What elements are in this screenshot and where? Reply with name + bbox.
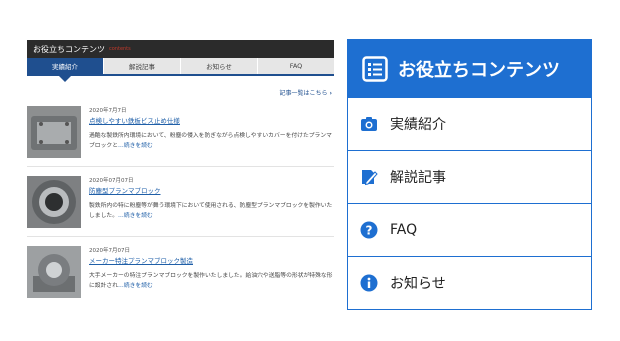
read-more-link[interactable]: …続きを読む bbox=[118, 283, 153, 289]
tab-bar: 実績紹介 解説記事 お知らせ FAQ bbox=[27, 58, 334, 82]
article-excerpt: 過酷な製鉄所内環境において、粉塵の侵入を防ぎながら点検しやすいカバーを付けたプラ… bbox=[89, 131, 334, 151]
article-item: 2020年7月07日 メーカー特注プランマブロック製造 大手メーカーの特注プラン… bbox=[27, 246, 334, 306]
menu-item-faq[interactable]: ? FAQ bbox=[348, 203, 591, 256]
edit-document-icon bbox=[362, 170, 378, 186]
read-more-link[interactable]: …続きを読む bbox=[118, 143, 153, 149]
article-excerpt: 大手メーカーの特注プランマブロックを製作いたしました。給油穴や送脂等の形状が特殊… bbox=[89, 271, 334, 291]
widget-title: お役立ちコンテンツ bbox=[33, 44, 105, 54]
menu-header: お役立ちコンテンツ bbox=[348, 40, 591, 97]
tab-results[interactable]: 実績紹介 bbox=[27, 58, 104, 82]
article-thumbnail[interactable] bbox=[27, 106, 81, 158]
contents-widget-small: お役立ちコンテンツ contents 実績紹介 解説記事 お知らせ FAQ 記事… bbox=[27, 40, 334, 306]
article-list-link[interactable]: 記事一覧はこちら › bbox=[27, 88, 334, 97]
chevron-right-icon: › bbox=[329, 90, 332, 97]
article-thumbnail[interactable] bbox=[27, 246, 81, 298]
tab-articles[interactable]: 解説記事 bbox=[104, 58, 181, 74]
widget-subtitle: contents bbox=[109, 46, 131, 52]
article-item: 2020年7月7日 点検しやすい鉄板ビス止め仕様 過酷な製鉄所内環境において、粉… bbox=[27, 106, 334, 167]
menu-item-news[interactable]: お知らせ bbox=[348, 256, 591, 309]
camera-icon bbox=[361, 117, 377, 131]
menu-item-label: お知らせ bbox=[390, 276, 446, 292]
article-list-link-label: 記事一覧はこちら bbox=[279, 90, 328, 97]
tab-news[interactable]: お知らせ bbox=[181, 58, 258, 74]
menu-item-label: 実績紹介 bbox=[390, 117, 446, 133]
menu-item-results[interactable]: 実績紹介 bbox=[348, 97, 591, 150]
question-circle-icon: ? bbox=[360, 221, 378, 239]
article-thumbnail[interactable] bbox=[27, 176, 81, 228]
article-item: 2020年07月07日 防塵型プランマブロック 製鉄所内の特に粉塵等が舞う環境下… bbox=[27, 176, 334, 237]
article-date: 2020年07月07日 bbox=[89, 178, 134, 184]
menu-item-articles[interactable]: 解説記事 bbox=[348, 150, 591, 203]
read-more-link[interactable]: …続きを読む bbox=[118, 213, 153, 219]
widget-header: お役立ちコンテンツ contents bbox=[27, 40, 334, 58]
article-title-link[interactable]: 防塵型プランマブロック bbox=[89, 185, 334, 195]
menu-item-label: FAQ bbox=[390, 222, 418, 238]
contents-menu: お役立ちコンテンツ 実績紹介 解説記事 ? FAQ お知らせ bbox=[347, 39, 592, 310]
article-date: 2020年7月07日 bbox=[89, 248, 130, 254]
menu-title: お役立ちコンテンツ bbox=[398, 59, 560, 81]
article-excerpt: 製鉄所内の特に粉塵等が舞う環境下において使用される、防塵型プランマブロックを製作… bbox=[89, 201, 334, 221]
menu-item-label: 解説記事 bbox=[390, 170, 446, 186]
article-title-link[interactable]: 点検しやすい鉄板ビス止め仕様 bbox=[89, 115, 334, 125]
tab-faq[interactable]: FAQ bbox=[258, 58, 334, 74]
article-title-link[interactable]: メーカー特注プランマブロック製造 bbox=[89, 255, 334, 265]
list-icon bbox=[362, 55, 388, 82]
svg-text:?: ? bbox=[366, 224, 373, 238]
article-date: 2020年7月7日 bbox=[89, 108, 127, 114]
info-circle-icon bbox=[360, 274, 378, 292]
